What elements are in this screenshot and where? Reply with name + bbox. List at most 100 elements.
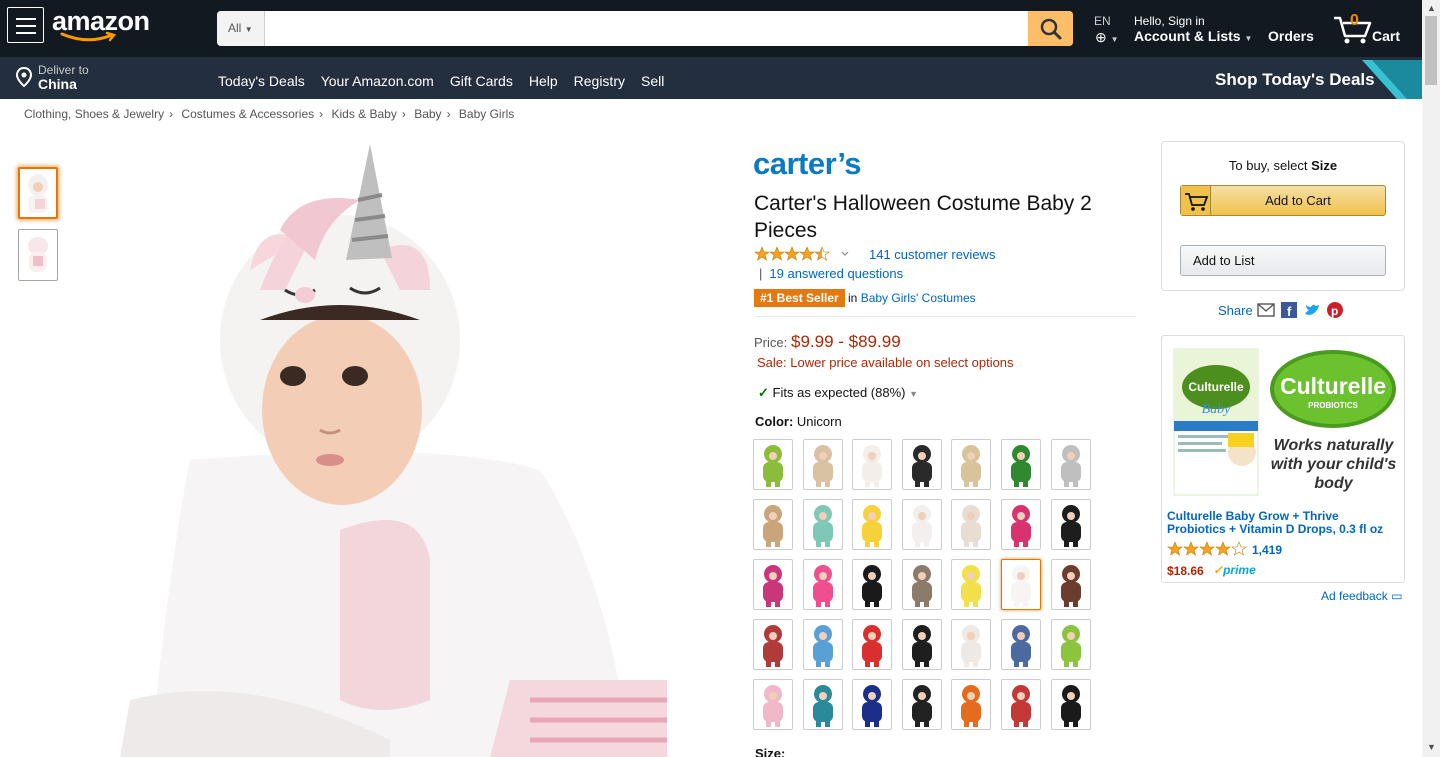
brand-logo[interactable]: carter’s — [753, 146, 862, 182]
pinterest-share-icon[interactable]: p — [1326, 302, 1344, 318]
color-swatch[interactable] — [1050, 439, 1091, 490]
ad-product-title[interactable]: Culturelle Baby Grow + Thrive Probiotics… — [1167, 510, 1397, 536]
image-thumbnail[interactable] — [18, 229, 58, 281]
scroll-down-arrow-icon[interactable]: ▼ — [1427, 742, 1436, 752]
color-swatch[interactable] — [951, 559, 992, 610]
ad-rating-stars-icon[interactable] — [1167, 541, 1249, 557]
nav-links: Today's Deals Your Amazon.com Gift Cards… — [218, 73, 680, 89]
color-swatch[interactable] — [852, 439, 893, 490]
cart-label[interactable]: Cart — [1372, 28, 1400, 44]
color-swatch[interactable] — [852, 559, 893, 610]
color-swatch[interactable] — [901, 439, 942, 490]
color-swatch[interactable] — [1001, 619, 1041, 670]
twitter-share-icon[interactable] — [1303, 302, 1321, 318]
location-pin-icon — [15, 67, 33, 87]
breadcrumb-item[interactable]: Clothing, Shoes & Jewelry — [24, 107, 164, 121]
search-input[interactable] — [265, 11, 1028, 46]
best-seller-category-link[interactable]: Baby Girls' Costumes — [861, 291, 976, 305]
nav-link-gift-cards[interactable]: Gift Cards — [450, 73, 513, 89]
account-greeting[interactable]: Hello, Sign in — [1134, 14, 1205, 28]
ad-feedback-link[interactable]: Ad feedback ▭ — [1321, 589, 1402, 603]
color-swatch[interactable] — [901, 679, 942, 730]
best-seller-badge[interactable]: #1 Best Seller — [754, 289, 845, 307]
color-swatch[interactable] — [753, 499, 793, 550]
color-swatch[interactable] — [1050, 559, 1091, 610]
culturelle-logo-icon[interactable]: Culturelle PROBIOTICS — [1268, 348, 1398, 430]
email-share-icon[interactable] — [1257, 302, 1275, 318]
color-swatch[interactable] — [1001, 679, 1041, 730]
color-swatch[interactable] — [802, 559, 843, 610]
color-swatch[interactable] — [852, 619, 893, 670]
language-selector[interactable]: EN — [1094, 14, 1111, 28]
breadcrumb-item[interactable]: Baby — [414, 107, 441, 121]
best-seller-category: in Baby Girls' Costumes — [848, 291, 976, 305]
shop-deals-banner[interactable]: Shop Today's Deals — [1215, 70, 1375, 90]
breadcrumb-item[interactable]: Baby Girls — [459, 107, 514, 121]
color-swatch[interactable] — [901, 559, 942, 610]
breadcrumb-item[interactable]: Costumes & Accessories — [181, 107, 314, 121]
color-swatch[interactable] — [1050, 619, 1091, 670]
color-swatch[interactable] — [1050, 499, 1091, 550]
color-swatch[interactable] — [901, 499, 942, 550]
rating-stars-icon[interactable] — [754, 246, 849, 262]
scrollbar-thumb[interactable] — [1425, 16, 1437, 85]
color-swatch[interactable] — [951, 679, 992, 730]
color-swatch[interactable] — [1050, 679, 1091, 730]
product-main-image[interactable] — [110, 140, 667, 757]
ad-product-image[interactable]: Culturelle Baby — [1172, 347, 1260, 497]
customer-reviews-link[interactable]: 141 customer reviews — [869, 247, 995, 262]
search-department-select[interactable]: All ▼ — [217, 11, 265, 46]
color-swatch[interactable] — [802, 499, 843, 550]
deliver-to-label[interactable]: Deliver to — [38, 63, 89, 77]
scroll-up-arrow-icon[interactable]: ▲ — [1427, 3, 1436, 13]
color-swatch[interactable] — [1001, 439, 1041, 490]
color-swatch[interactable] — [951, 619, 992, 670]
add-to-list-button[interactable]: Add to List — [1180, 245, 1386, 276]
account-lists-link[interactable]: Account & Lists ▼ — [1134, 28, 1252, 44]
color-label: Color: Unicorn — [755, 414, 842, 429]
breadcrumb-item[interactable]: Kids & Baby — [331, 107, 396, 121]
search-bar: All ▼ — [217, 11, 1073, 46]
ad-tagline[interactable]: Works naturally with your child's body — [1266, 436, 1401, 493]
answered-questions-link[interactable]: | 19 answered questions — [759, 266, 903, 281]
search-button[interactable] — [1028, 11, 1073, 46]
ad-rating-count[interactable]: 1,419 — [1252, 543, 1282, 557]
hamburger-menu-icon[interactable] — [7, 7, 44, 43]
color-swatch[interactable] — [753, 619, 793, 670]
color-swatch[interactable] — [1001, 559, 1041, 610]
color-swatch[interactable] — [753, 559, 793, 610]
color-swatch[interactable] — [951, 499, 992, 550]
nav-link-todays-deals[interactable]: Today's Deals — [218, 73, 305, 89]
globe-icon[interactable]: ⊕ ▼ — [1095, 29, 1119, 46]
orders-link[interactable]: Orders — [1268, 28, 1314, 44]
nav-link-your-amazon[interactable]: Your Amazon.com — [321, 73, 434, 89]
price-value: $9.99 - $89.99 — [791, 332, 901, 351]
color-swatch[interactable] — [802, 619, 843, 670]
svg-text:Culturelle: Culturelle — [1188, 380, 1244, 394]
cart-count: 0 — [1350, 12, 1359, 29]
svg-text:Culturelle: Culturelle — [1280, 373, 1386, 399]
page-scrollbar[interactable] — [1422, 0, 1440, 757]
color-swatch[interactable] — [951, 439, 992, 490]
color-swatch[interactable] — [802, 439, 843, 490]
image-thumbnail[interactable] — [18, 167, 58, 219]
color-swatch[interactable] — [901, 619, 942, 670]
color-swatch[interactable] — [753, 439, 793, 490]
color-swatch[interactable] — [802, 679, 843, 730]
color-swatch[interactable] — [852, 679, 893, 730]
svg-text:PROBIOTICS: PROBIOTICS — [1308, 401, 1358, 410]
search-icon — [1040, 18, 1061, 39]
deliver-to-country[interactable]: China — [38, 76, 77, 92]
color-swatch[interactable] — [753, 679, 793, 730]
fit-info[interactable]: ✓ Fits as expected (88%) ▼ — [758, 385, 918, 401]
speech-bubble-icon: ▭ — [1391, 589, 1403, 603]
nav-link-help[interactable]: Help — [529, 73, 558, 89]
color-swatch[interactable] — [1001, 499, 1041, 550]
prime-badge: ✓prime — [1213, 563, 1256, 577]
add-to-cart-button[interactable]: Add to Cart — [1180, 185, 1386, 216]
color-swatch[interactable] — [852, 499, 893, 550]
nav-link-sell[interactable]: Sell — [641, 73, 664, 89]
svg-text:f: f — [1287, 304, 1292, 318]
nav-link-registry[interactable]: Registry — [574, 73, 625, 89]
facebook-share-icon[interactable]: f — [1280, 302, 1298, 318]
